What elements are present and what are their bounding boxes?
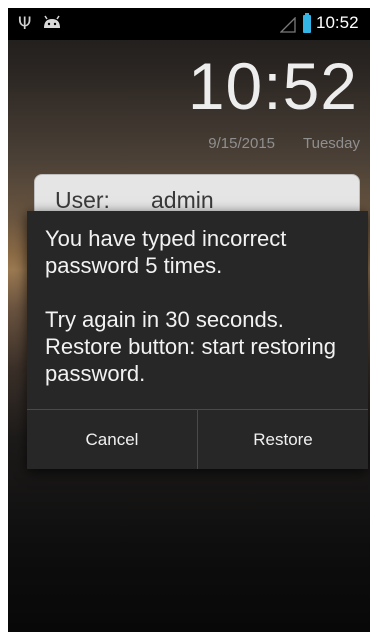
phone-screen: Ψ 10:52 10:52 9/15/2015 Tuesday User: adm… (8, 8, 370, 632)
restore-button[interactable]: Restore (198, 410, 368, 469)
weekday-text: Tuesday (303, 135, 360, 152)
dialog-message: You have typed incorrect password 5 time… (45, 225, 355, 387)
dialog-message-line1: You have typed incorrect password 5 time… (45, 226, 287, 278)
status-time: 10:52 (316, 13, 359, 32)
user-label: User: (55, 187, 110, 213)
usb-icon: Ψ (18, 14, 32, 34)
signal-icon (280, 17, 296, 33)
lockscreen-clock: 10:52 (187, 49, 358, 123)
date-text: 9/15/2015 (208, 135, 276, 152)
incorrect-password-dialog: You have typed incorrect password 5 time… (27, 211, 368, 469)
battery-icon (303, 13, 311, 33)
date-row: 9/15/2015 Tuesday (208, 135, 360, 152)
cancel-button[interactable]: Cancel (27, 410, 197, 469)
user-value: admin (151, 187, 214, 213)
dialog-message-line2: Try again in 30 seconds. Restore button:… (45, 307, 337, 386)
status-bar: Ψ 10:52 (8, 8, 370, 40)
android-icon (44, 15, 60, 28)
